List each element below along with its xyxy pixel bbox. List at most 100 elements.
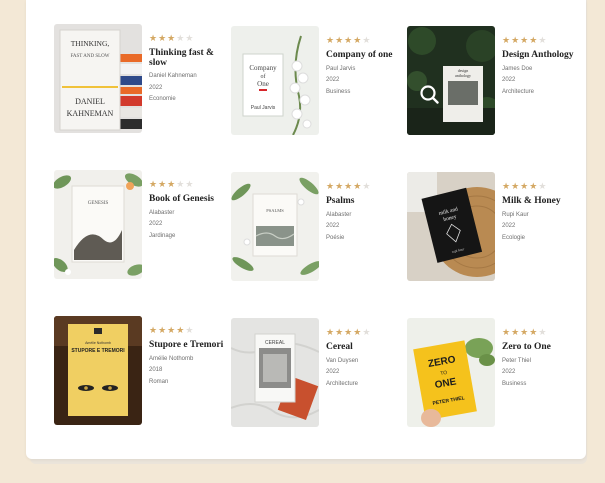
star-icon: ★ [502,36,512,46]
star-rating: ★★★★★ [326,36,406,46]
star-icon: ★ [185,180,195,190]
star-icon: ★ [335,328,345,338]
book-year: 2022 [502,77,516,83]
book-cover[interactable]: design anthology [407,26,495,135]
book-card[interactable]: milk and honey rupi kaur ★★★★★ Milk & Ho… [407,172,577,284]
star-icon: ★ [538,182,548,192]
star-icon: ★ [529,328,539,338]
book-meta: Van Duysen 2022 Architecture [326,356,406,391]
book-card[interactable]: GENESIS ★★★★★ Book of Genesis Alabaster … [54,170,224,282]
star-rating: ★★★★★ [326,328,406,338]
star-rating: ★★★★★ [502,36,582,46]
star-icon: ★ [520,328,530,338]
star-icon: ★ [529,182,539,192]
cover-author-line: KAHNEMAN [67,109,114,118]
book-cover[interactable]: THINKING, FAST AND SLOW DANIEL KAHNEMAN [54,24,142,133]
cover-author-line: Paul Jarvis [251,105,276,111]
book-info: ★★★★★ Cereal Van Duysen 2022 Architectur… [326,328,406,390]
book-title[interactable]: Thinking fast & slow [149,48,229,68]
star-icon: ★ [344,36,354,46]
book-author: Van Duysen [326,357,359,364]
star-icon: ★ [520,36,530,46]
book-author: Amélie Nothomb [149,355,194,362]
cover-author-line: Amélie Nothomb [85,341,111,345]
book-meta: James Doe 2022 Architecture [502,64,582,99]
book-meta: Daniel Kahneman 2022 Economie [149,71,229,106]
book-cover[interactable]: GENESIS [54,170,142,279]
book-title[interactable]: Milk & Honey [502,196,582,207]
book-cover[interactable]: ZERO TO ONE PETER THIEL [407,318,495,427]
star-icon: ★ [502,328,512,338]
book-info: ★★★★★ Zero to One Peter Thiel 2022 Busin… [502,328,582,390]
star-icon: ★ [511,328,521,338]
cover-title-line: STUPORE E TREMORI [71,348,125,354]
book-title[interactable]: Psalms [326,196,406,207]
cover-title-line: CEREAL [265,340,285,346]
book-year: 2022 [326,77,340,83]
book-info: ★★★★★ Book of Genesis Alabaster 2022 Jar… [149,180,229,242]
cover-title-line: GENESIS [88,201,109,206]
star-icon: ★ [326,328,336,338]
star-icon: ★ [158,180,168,190]
book-genre: Jardinage [149,232,176,239]
book-cover[interactable]: CEREAL [231,318,319,427]
star-icon: ★ [335,36,345,46]
book-author: Daniel Kahneman [149,73,197,79]
book-title[interactable]: Stupore e Tremori [149,340,229,351]
book-year: 2022 [149,84,163,91]
book-grid-panel: THINKING, FAST AND SLOW DANIEL KAHNEMAN … [26,0,586,459]
book-cover[interactable]: Amélie Nothomb STUPORE E TREMORI [54,316,142,425]
book-card[interactable]: design anthology ★★★★★ Design Anthology … [407,26,577,138]
book-info: ★★★★★ Stupore e Tremori Amélie Nothomb 2… [149,326,229,388]
star-icon: ★ [362,328,372,338]
book-card[interactable]: Amélie Nothomb STUPORE E TREMORI ★★★★★ S… [54,316,224,428]
book-cover[interactable]: milk and honey rupi kaur [407,172,495,281]
book-year: 2018 [149,367,163,373]
book-meta: Peter Thiel 2022 Business [502,356,582,391]
search-icon[interactable] [419,84,439,104]
book-title[interactable]: Zero to One [502,342,582,353]
book-title[interactable]: Design Anthology [502,50,582,61]
book-author: Alabaster [326,211,352,218]
cover-title-line: TO [440,370,448,377]
star-icon: ★ [176,180,186,190]
book-genre: Business [326,88,351,95]
book-author: Peter Thiel [502,357,531,364]
book-genre: Business [502,380,527,387]
star-icon: ★ [167,180,177,190]
star-icon: ★ [538,36,548,46]
star-icon: ★ [353,36,363,46]
book-cover[interactable]: PSALMS [231,172,319,281]
book-title[interactable]: Book of Genesis [149,194,229,205]
book-card[interactable]: ZERO TO ONE PETER THIEL ★★★★★ Zero to On… [407,318,577,430]
star-icon: ★ [529,36,539,46]
book-card[interactable]: CEREAL ★★★★★ Cereal Van Duysen 2022 Arch… [231,318,401,430]
book-info: ★★★★★ Thinking fast & slow Daniel Kahnem… [149,34,229,106]
book-year: 2022 [326,369,340,375]
star-rating: ★★★★★ [149,326,229,336]
cover-title-line: of [261,73,266,80]
book-meta: Paul Jarvis 2022 Business [326,64,406,99]
book-title[interactable]: Cereal [326,342,406,353]
book-meta: Alabaster 2022 Jardinage [149,208,229,243]
book-genre: Architecture [326,380,359,387]
book-meta: Alabaster 2022 Poésie [326,210,406,245]
star-rating: ★★★★★ [326,182,406,192]
book-card[interactable]: THINKING, FAST AND SLOW DANIEL KAHNEMAN … [54,24,224,136]
star-icon: ★ [149,180,159,190]
star-icon: ★ [149,326,159,336]
star-icon: ★ [362,36,372,46]
star-rating: ★★★★★ [502,182,582,192]
book-card[interactable]: PSALMS ★★★★★ Psalms Alabaster 2022 Poési… [231,172,401,284]
book-card[interactable]: Company of One Paul Jarvis ★★★★★ Company… [231,26,401,138]
cover-title-line: PSALMS [266,208,284,213]
star-icon: ★ [176,326,186,336]
book-info: ★★★★★ Company of one Paul Jarvis 2022 Bu… [326,36,406,98]
star-rating: ★★★★★ [149,34,229,44]
book-meta: Amélie Nothomb 2018 Roman [149,354,229,389]
book-title[interactable]: Company of one [326,50,406,61]
book-author: James Doe [502,65,533,72]
book-year: 2022 [149,221,163,227]
book-author: Rupi Kaur [502,211,529,218]
book-cover[interactable]: Company of One Paul Jarvis [231,26,319,135]
